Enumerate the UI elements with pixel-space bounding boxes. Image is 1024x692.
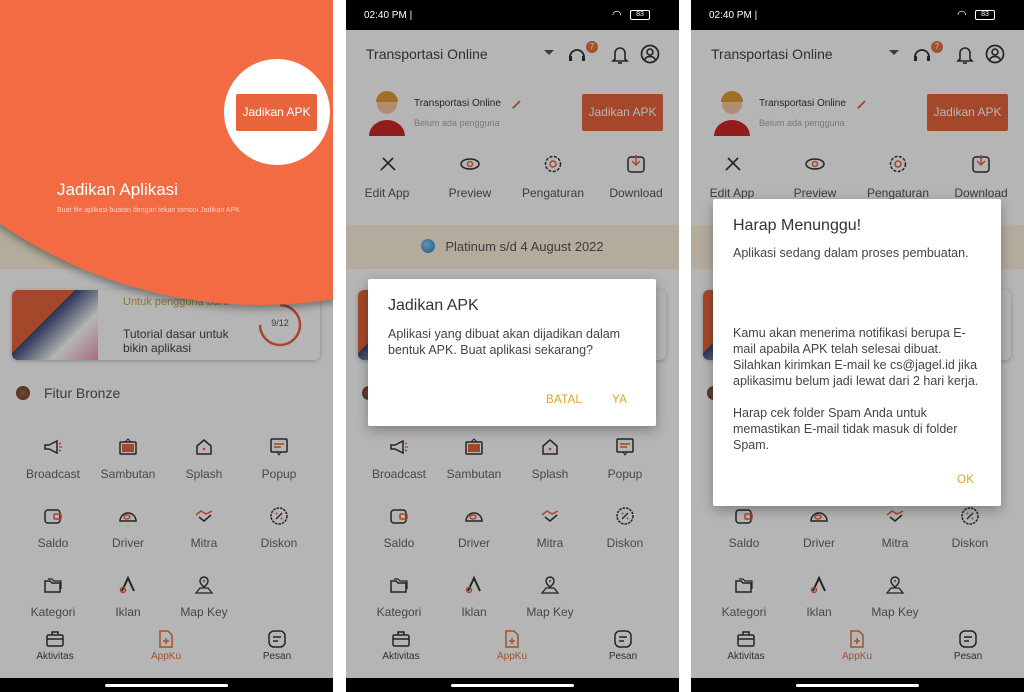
status-bar: 02:40 PM | ◠ 83 <box>691 0 1024 30</box>
onboarding-subtitle: Buat file aplikasi buatan dengan tekan t… <box>57 207 240 214</box>
phone-screen-1: 02:40 PM |◠83Transportasi Online7Transpo… <box>0 0 333 692</box>
phone-screen-2: 02:40 PM | ◠ 83 Transportasi Online 7 Transpo… <box>346 0 679 692</box>
battery-icon: 83 <box>630 10 650 20</box>
battery-icon: 83 <box>975 10 995 20</box>
home-indicator[interactable] <box>451 684 574 687</box>
phone-screen-3: 02:40 PM | ◠ 83 Transportasi Online 7 Transpo… <box>691 0 1024 692</box>
home-indicator[interactable] <box>105 684 228 687</box>
confirm-dialog: Jadikan APK Aplikasi yang dibuat akan dij… <box>368 279 656 426</box>
gesture-bar <box>346 678 679 692</box>
dialog-paragraph: Harap cek folder Spam Anda untuk memasti… <box>733 406 958 452</box>
dialog-message: Aplikasi yang dibuat akan dijadikan dala… <box>388 327 621 357</box>
gesture-bar <box>0 678 333 692</box>
dialog-paragraph: Aplikasi sedang dalam proses pembuatan. <box>733 246 969 260</box>
spotlight: Jadikan APK <box>224 59 330 165</box>
cancel-button[interactable]: BATAL <box>546 394 582 406</box>
gesture-bar <box>691 678 1024 692</box>
spotlight-jadikan-apk-button[interactable]: Jadikan APK <box>236 94 317 131</box>
status-bar: 02:40 PM | ◠ 83 <box>346 0 679 30</box>
wait-dialog: Harap Menunggu! Aplikasi sedang dalam pro… <box>713 199 1001 506</box>
onboarding-title: Jadikan Aplikasi <box>57 180 178 199</box>
dialog-title: Harap Menunggu! <box>733 217 862 234</box>
home-indicator[interactable] <box>796 684 919 687</box>
ok-button[interactable]: OK <box>957 474 974 486</box>
status-time: 02:40 PM | <box>364 10 413 21</box>
yes-button[interactable]: YA <box>612 394 627 406</box>
status-time: 02:40 PM | <box>709 10 758 21</box>
wifi-icon: ◠ <box>612 9 622 21</box>
dialog-paragraph: Kamu akan menerima notifikasi berupa E-m… <box>733 326 979 388</box>
wifi-icon: ◠ <box>957 9 967 21</box>
dialog-title: Jadikan APK <box>388 297 479 314</box>
